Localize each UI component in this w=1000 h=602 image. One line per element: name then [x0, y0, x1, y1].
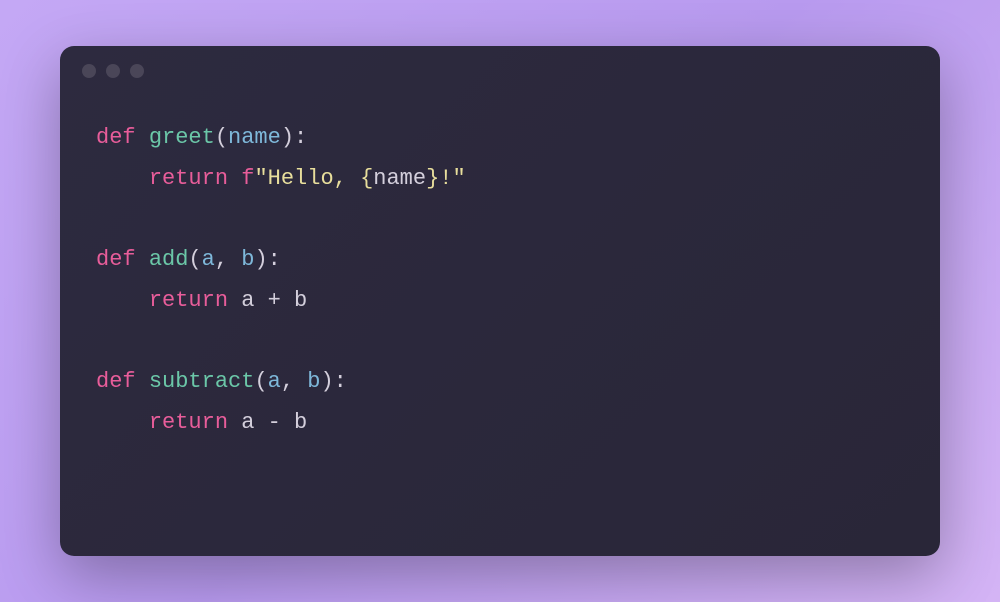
interp-brace-open: { [360, 166, 373, 191]
comma: , [215, 247, 241, 272]
variable: b [294, 288, 307, 313]
colon: : [334, 369, 347, 394]
keyword-return: return [149, 410, 228, 435]
parameter: b [241, 247, 254, 272]
parameter: b [307, 369, 320, 394]
paren-open: ( [215, 125, 228, 150]
indent [96, 288, 149, 313]
keyword-return: return [149, 166, 228, 191]
keyword-def: def [96, 247, 136, 272]
variable: a [241, 288, 254, 313]
code-content: def greet(name): return f"Hello, {name}!… [60, 96, 940, 466]
code-line-7: def subtract(a, b): [96, 369, 347, 394]
string-literal: Hello, [268, 166, 360, 191]
variable: a [241, 410, 254, 435]
keyword-return: return [149, 288, 228, 313]
paren-close: ) [281, 125, 294, 150]
indent [96, 410, 149, 435]
string-literal: ! [439, 166, 452, 191]
operator-minus: - [254, 410, 294, 435]
comma: , [281, 369, 307, 394]
colon: : [294, 125, 307, 150]
code-editor-window: def greet(name): return f"Hello, {name}!… [60, 46, 940, 556]
code-line-2: return f"Hello, {name}!" [96, 166, 466, 191]
code-line-1: def greet(name): [96, 125, 307, 150]
window-minimize-button[interactable] [106, 64, 120, 78]
variable: b [294, 410, 307, 435]
code-line-5: return a + b [96, 288, 307, 313]
function-name: subtract [149, 369, 255, 394]
colon: : [268, 247, 281, 272]
keyword-def: def [96, 369, 136, 394]
f-prefix: f [241, 166, 254, 191]
function-name: add [149, 247, 189, 272]
paren-open: ( [254, 369, 267, 394]
paren-close: ) [320, 369, 333, 394]
operator-plus: + [254, 288, 294, 313]
string-quote: " [254, 166, 267, 191]
string-quote: " [452, 166, 465, 191]
paren-close: ) [254, 247, 267, 272]
window-title-bar [60, 46, 940, 96]
code-line-4: def add(a, b): [96, 247, 281, 272]
interp-brace-close: } [426, 166, 439, 191]
code-line-8: return a - b [96, 410, 307, 435]
parameter: a [202, 247, 215, 272]
paren-open: ( [188, 247, 201, 272]
window-close-button[interactable] [82, 64, 96, 78]
function-name: greet [149, 125, 215, 150]
interp-var: name [373, 166, 426, 191]
indent [96, 166, 149, 191]
parameter: name [228, 125, 281, 150]
keyword-def: def [96, 125, 136, 150]
window-maximize-button[interactable] [130, 64, 144, 78]
parameter: a [268, 369, 281, 394]
